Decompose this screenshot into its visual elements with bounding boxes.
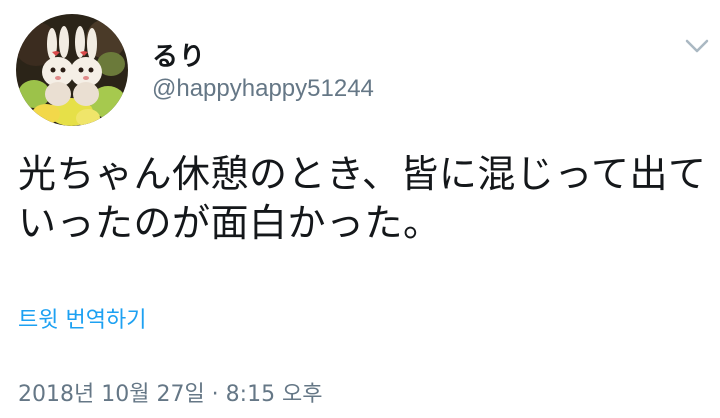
tweet-text-line: いったのが面白かった。 xyxy=(18,201,442,245)
user-handle[interactable]: @happyhappy51244 xyxy=(152,75,374,103)
tweet-timestamp[interactable]: 2018년 10월 27일 · 8:15 오후 xyxy=(18,376,323,408)
avatar-image xyxy=(16,14,128,126)
display-name[interactable]: るり xyxy=(152,36,206,73)
translate-tweet-link[interactable]: 트윗 번역하기 xyxy=(18,302,146,334)
tweet-text: 光ちゃん休憩のとき、皆に混じって出て いったのが面白かった。 xyxy=(18,150,708,248)
avatar[interactable] xyxy=(16,14,128,126)
chevron-down-icon[interactable] xyxy=(684,36,710,56)
tweet-card: るり @happyhappy51244 光ちゃん休憩のとき、皆に混じって出て い… xyxy=(0,0,720,418)
tweet-text-line: 光ちゃん休憩のとき、皆に混じって出て xyxy=(18,152,707,196)
